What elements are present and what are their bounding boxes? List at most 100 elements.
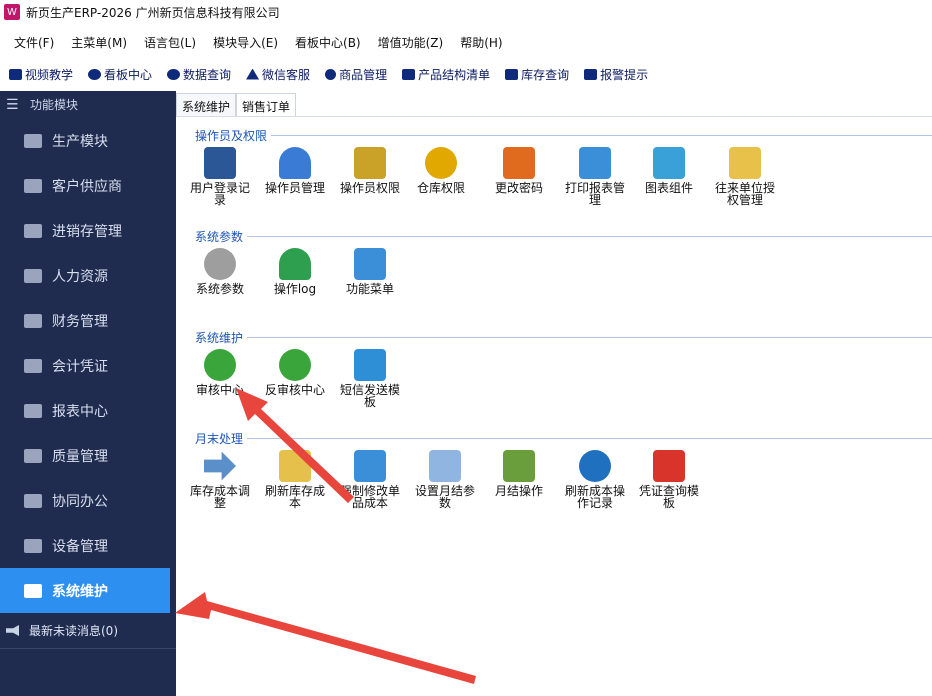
menu-value-added[interactable]: 增值功能(Z) (378, 34, 444, 51)
camera-icon (402, 68, 416, 80)
tile-reverse-audit-center[interactable]: 反审核中心 (260, 349, 330, 396)
pen-icon (429, 450, 461, 482)
tab-bar: 系统维护 销售订单 (176, 93, 297, 116)
sidebar-item-reports[interactable]: 报表中心 (0, 388, 176, 433)
toolbar-label: 报警提示 (600, 67, 649, 82)
tile-label: 操作员权限 (339, 181, 400, 195)
section-operator-permissions: 操作员及权限 用户登录记录 操作员管理 操作员权限 仓库权限 更改密码 打印报表… (176, 127, 932, 219)
sidebar-item-label: 客户供应商 (52, 178, 122, 195)
tile-label: 强制修改单品成本 (339, 484, 400, 510)
toolbar-label: 看板中心 (104, 67, 153, 82)
list-icon (584, 68, 598, 80)
menu-file[interactable]: 文件(F) (14, 34, 54, 51)
toolbar-video-tutorial[interactable]: 视频教学 (9, 66, 73, 83)
tile-user-login-log[interactable]: 用户登录记录 (185, 147, 255, 206)
toolbar-inventory-query[interactable]: 库存查询 (505, 66, 569, 83)
tile-system-parameters[interactable]: 系统参数 (185, 248, 255, 295)
tile-change-password[interactable]: 更改密码 (484, 147, 554, 194)
sidebar: ☰ 功能模块 生产模块 客户供应商 进销存管理 人力资源 财务管理 会计凭证 报… (0, 91, 176, 696)
chart-icon (24, 403, 42, 418)
sidebar-item-collaboration[interactable]: 协同办公 (0, 478, 176, 523)
sidebar-item-finance[interactable]: 财务管理 (0, 298, 176, 343)
rss-icon (354, 349, 386, 381)
key-icon (425, 147, 457, 179)
toolbar-alarm[interactable]: 报警提示 (584, 66, 648, 83)
sidebar-item-hr[interactable]: 人力资源 (0, 253, 176, 298)
unread-messages[interactable]: 最新未读消息(0) (0, 613, 176, 649)
login-book-icon (204, 147, 236, 179)
tile-label: 凭证查询模板 (638, 484, 699, 510)
tile-label: 操作员管理 (264, 181, 325, 195)
tile-force-item-cost[interactable]: 强制修改单品成本 (335, 450, 405, 509)
tab-system-maintenance[interactable]: 系统维护 (176, 93, 237, 116)
tile-label: 刷新成本操作记录 (564, 484, 625, 510)
toolbar-dashboard[interactable]: 看板中心 (88, 66, 152, 83)
menu-main[interactable]: 主菜单(M) (71, 34, 127, 51)
arrow-right-icon (204, 451, 236, 481)
tile-label: 图表组件 (644, 181, 693, 195)
toolbar-bom-list[interactable]: 产品结构清单 (402, 66, 490, 83)
warning-icon (246, 68, 260, 80)
sidebar-item-inventory[interactable]: 进销存管理 (0, 208, 176, 253)
menu-module-import[interactable]: 模块导入(E) (213, 34, 278, 51)
tile-chart-components[interactable]: 图表组件 (634, 147, 704, 194)
section-divider (247, 438, 932, 439)
tile-voucher-query-template[interactable]: 凭证查询模板 (634, 450, 704, 509)
tile-function-menu[interactable]: 功能菜单 (335, 248, 405, 295)
tile-month-end-params[interactable]: 设置月结参数 (410, 450, 480, 509)
tile-operator-permissions[interactable]: 操作员权限 (335, 147, 405, 194)
tile-operator-management[interactable]: 操作员管理 (260, 147, 330, 194)
tile-audit-center[interactable]: 审核中心 (185, 349, 255, 396)
search-icon (325, 68, 337, 80)
tile-partner-authorization[interactable]: 往来单位授权管理 (710, 147, 780, 206)
tile-cost-refresh-log[interactable]: 刷新成本操作记录 (560, 450, 630, 509)
sidebar-header[interactable]: ☰ 功能模块 (0, 91, 176, 118)
toolbar-label: 产品结构清单 (418, 67, 491, 82)
toolbar-label: 视频教学 (25, 67, 74, 82)
toolbar-label: 商品管理 (339, 67, 388, 82)
sidebar-item-production[interactable]: 生产模块 (0, 118, 176, 163)
window-title: 新页生产ERP-2026 广州新页信息科技有限公司 (26, 5, 280, 20)
sidebar-header-label: 功能模块 (30, 98, 79, 112)
section-title: 操作员及权限 (195, 129, 268, 143)
sidebar-item-label: 财务管理 (52, 313, 108, 330)
menu-dashboard[interactable]: 看板中心(B) (295, 34, 361, 51)
toolbar-wechat-service[interactable]: 微信客服 (246, 66, 310, 83)
chat-icon (167, 68, 181, 80)
toolbar-product-management[interactable]: 商品管理 (325, 66, 387, 83)
stamp-icon (24, 358, 42, 373)
menu-language[interactable]: 语言包(L) (144, 34, 196, 51)
sidebar-item-quality[interactable]: 质量管理 (0, 433, 176, 478)
toolbar-label: 库存查询 (521, 67, 570, 82)
sidebar-item-label: 协同办公 (52, 493, 108, 510)
database-icon (354, 248, 386, 280)
sidebar-item-customer-supplier[interactable]: 客户供应商 (0, 163, 176, 208)
sidebar-item-label: 设备管理 (52, 538, 108, 555)
tile-refresh-inventory-cost[interactable]: 刷新库存成本 (260, 450, 330, 509)
tile-print-report-management[interactable]: 打印报表管理 (560, 147, 630, 206)
x-circle-icon (279, 349, 311, 381)
gears-icon (24, 583, 42, 598)
tab-sales-order[interactable]: 销售订单 (236, 93, 297, 116)
tile-operation-log[interactable]: 操作log (260, 248, 330, 295)
sidebar-item-label: 生产模块 (52, 133, 108, 150)
menu-help[interactable]: 帮助(H) (460, 34, 502, 51)
tile-month-end-operation[interactable]: 月结操作 (484, 450, 554, 497)
pencil-tools-icon (503, 147, 535, 179)
sidebar-item-system-maintenance[interactable]: 系统维护 (0, 568, 170, 613)
tile-label: 仓库权限 (416, 181, 465, 195)
id-card-icon (24, 268, 42, 283)
sidebar-item-equipment[interactable]: 设备管理 (0, 523, 176, 568)
section-divider (271, 135, 932, 136)
tile-sms-template[interactable]: 短信发送模板 (335, 349, 405, 408)
section-title: 月末处理 (195, 432, 244, 446)
database-icon (579, 147, 611, 179)
tile-label: 设置月结参数 (414, 484, 475, 510)
toolbar-data-query[interactable]: 数据查询 (167, 66, 231, 83)
module-panel: 操作员及权限 用户登录记录 操作员管理 操作员权限 仓库权限 更改密码 打印报表… (176, 116, 932, 696)
sidebar-item-label: 系统维护 (52, 583, 108, 600)
sidebar-item-accounting[interactable]: 会计凭证 (0, 343, 176, 388)
tile-inventory-cost-adjust[interactable]: 库存成本调整 (185, 450, 255, 509)
tile-label: 反审核中心 (264, 383, 325, 397)
tile-warehouse-permissions[interactable]: 仓库权限 (406, 147, 476, 194)
